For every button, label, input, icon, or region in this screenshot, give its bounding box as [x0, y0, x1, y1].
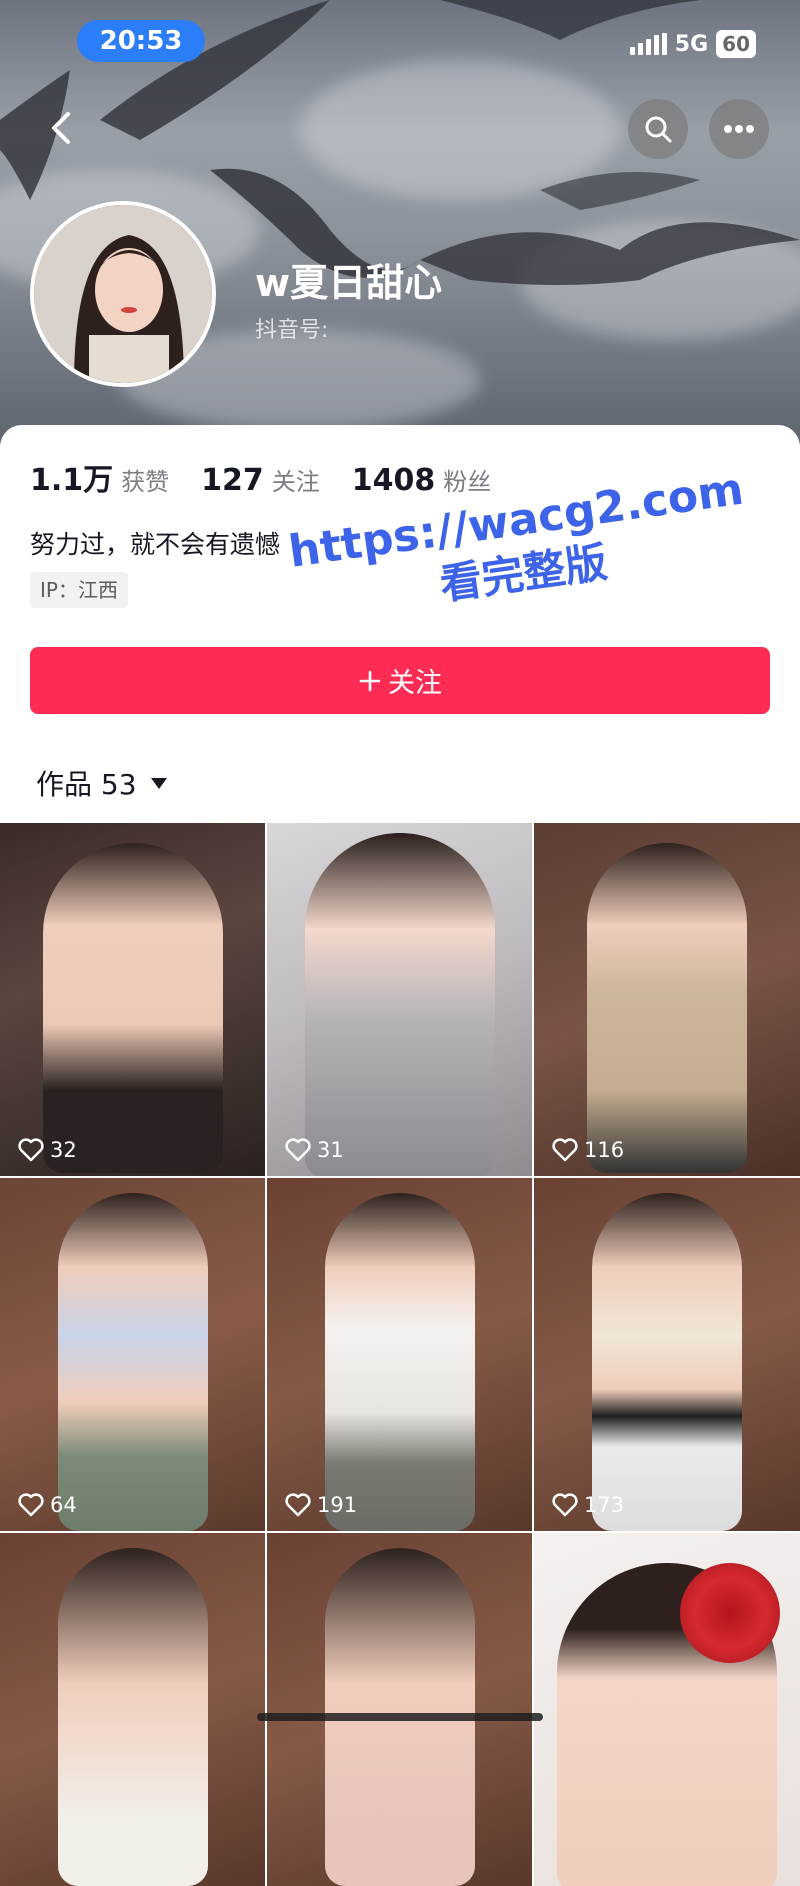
video-thumbnail[interactable] — [534, 1533, 800, 1886]
account-id: 抖音号: — [255, 318, 329, 343]
heart-outline-icon — [285, 1138, 311, 1162]
video-thumbnail[interactable]: 64 — [0, 1178, 265, 1531]
video-thumbnail[interactable] — [0, 1533, 265, 1886]
stat-followers[interactable]: 1408 粉丝 — [352, 462, 492, 498]
heart-outline-icon — [552, 1138, 578, 1162]
profile-stats: 1.1万 获赞 127 关注 1408 粉丝 — [30, 455, 491, 499]
nickname: w夏日甜心 — [255, 261, 443, 305]
tab-works[interactable]: 作品 53 — [36, 763, 167, 803]
back-button[interactable] — [42, 108, 82, 148]
video-thumbnail[interactable]: 31 — [267, 823, 532, 1176]
video-grid: 32 31 116 64 191 173 — [0, 823, 800, 1886]
stat-value: 127 — [201, 463, 264, 498]
like-count: 116 — [552, 1138, 624, 1162]
stat-label: 获赞 — [121, 468, 170, 496]
video-thumbnail[interactable]: 32 — [0, 823, 265, 1176]
follow-button-label: 关注 — [388, 668, 442, 699]
like-count: 31 — [285, 1138, 344, 1162]
heart-outline-icon — [285, 1493, 311, 1517]
video-thumbnail[interactable]: 116 — [534, 823, 800, 1176]
stat-value: 1408 — [351, 463, 436, 498]
rose-decoration — [680, 1563, 780, 1663]
like-count: 173 — [552, 1493, 624, 1517]
video-thumbnail[interactable]: 173 — [534, 1178, 800, 1531]
caret-down-icon — [150, 777, 167, 789]
stat-likes: 1.1万 获赞 — [30, 455, 169, 499]
like-count-value: 64 — [50, 1493, 77, 1517]
status-time: 20:53 — [77, 20, 205, 62]
stat-following[interactable]: 127 关注 — [201, 462, 320, 498]
avatar[interactable] — [30, 201, 216, 387]
stat-value: 1.1万 — [30, 463, 114, 498]
like-count-value: 116 — [584, 1138, 625, 1162]
more-button[interactable] — [709, 99, 769, 159]
status-indicators: 5G 60 — [629, 30, 756, 58]
tab-works-label: 作品 53 — [36, 768, 137, 801]
more-dots-icon — [724, 125, 754, 133]
heart-outline-icon — [18, 1138, 44, 1162]
heart-outline-icon — [18, 1493, 44, 1517]
video-thumbnail[interactable] — [267, 1533, 532, 1886]
network-type: 5G — [674, 31, 709, 57]
search-icon — [645, 116, 672, 143]
search-button[interactable] — [628, 99, 688, 159]
plus-icon — [359, 670, 381, 691]
like-count: 64 — [18, 1493, 77, 1517]
like-count-value: 31 — [317, 1138, 344, 1162]
like-count-value: 173 — [584, 1493, 625, 1517]
like-count: 191 — [285, 1493, 357, 1517]
stat-label: 关注 — [271, 468, 320, 496]
battery-level: 60 — [716, 30, 756, 58]
video-thumbnail[interactable]: 191 — [267, 1178, 532, 1531]
chevron-left-icon — [52, 112, 70, 144]
stat-label: 粉丝 — [443, 468, 492, 496]
like-count-value: 32 — [50, 1138, 77, 1162]
ip-location-tag: IP：江西 — [30, 572, 128, 608]
signal-icon — [629, 33, 667, 55]
like-count-value: 191 — [317, 1493, 358, 1517]
heart-outline-icon — [552, 1493, 578, 1517]
profile-bio: 努力过，就不会有遗憾 — [30, 530, 281, 559]
avatar-portrait — [34, 205, 212, 383]
home-indicator[interactable] — [257, 1713, 543, 1721]
follow-button[interactable]: 关注 — [30, 647, 770, 714]
like-count: 32 — [18, 1138, 77, 1162]
